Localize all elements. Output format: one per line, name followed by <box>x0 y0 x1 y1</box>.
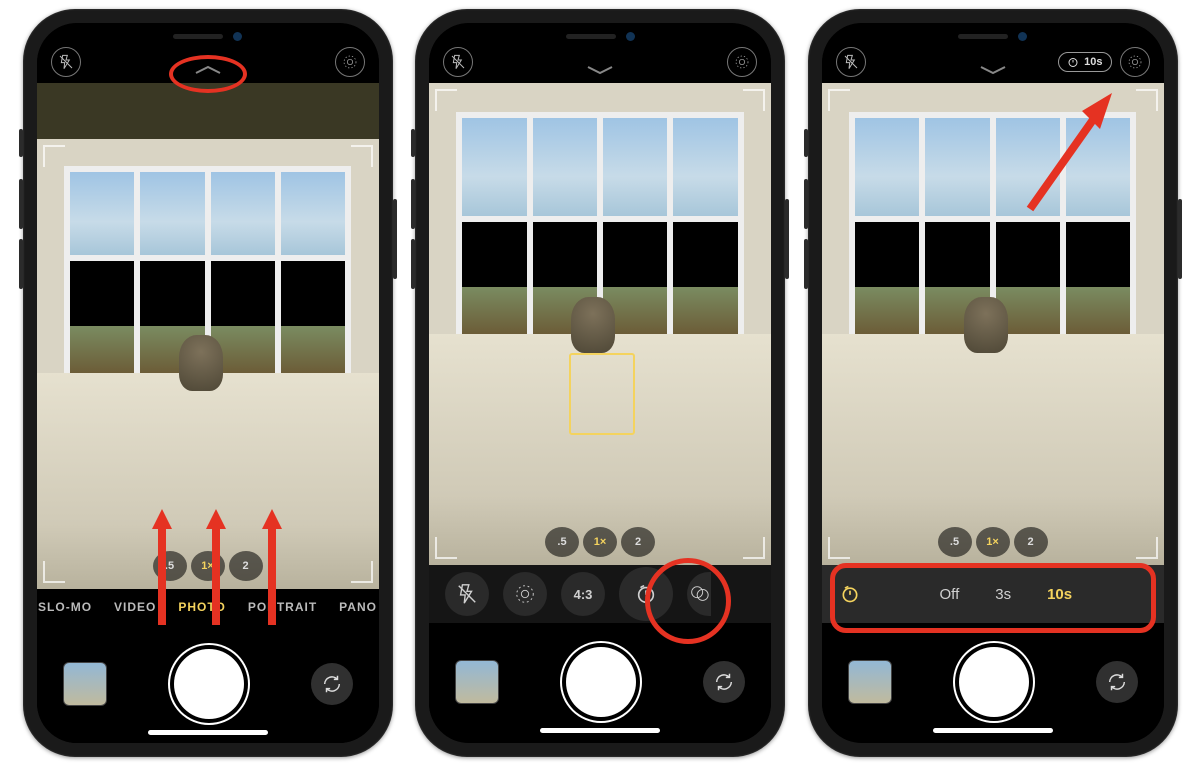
subject <box>571 297 615 353</box>
zoom-switcher[interactable]: .5 1× 2 <box>545 527 655 557</box>
flash-off-icon <box>58 54 74 70</box>
mode-photo[interactable]: PHOTO <box>178 600 225 614</box>
flash-off-icon <box>450 54 466 70</box>
mode-switcher[interactable]: SLO-MO VIDEO PHOTO PORTRAIT PANO <box>37 589 379 625</box>
camera-tool-drawer: 4:3 <box>429 565 771 623</box>
zoom-2x[interactable]: 2 <box>621 527 655 557</box>
live-photo-toggle[interactable] <box>1120 47 1150 77</box>
camera-viewfinder[interactable]: .5 1× 2 <box>429 83 771 565</box>
live-photo-icon <box>734 54 750 70</box>
flash-toggle[interactable] <box>443 47 473 77</box>
timer-status-badge[interactable]: 10s <box>1058 52 1111 72</box>
switch-camera-button[interactable] <box>1096 661 1138 703</box>
device-notch <box>123 23 293 49</box>
zoom-switcher[interactable]: .5 1× 2 <box>938 527 1048 557</box>
shutter-button[interactable] <box>959 647 1029 717</box>
timer-panel-icon <box>840 584 860 604</box>
zoom-0-5x[interactable]: .5 <box>545 527 579 557</box>
live-photo-icon <box>514 583 536 605</box>
device-notch <box>908 23 1078 49</box>
zoom-switcher[interactable]: .5 1× 2 <box>153 551 263 581</box>
drawer-aspect-button[interactable]: 4:3 <box>561 572 605 616</box>
zoom-0-5x[interactable]: .5 <box>938 527 972 557</box>
drawer-filters-button[interactable] <box>687 572 711 616</box>
chevron-down-icon <box>979 65 1007 75</box>
timer-icon <box>840 584 860 604</box>
camera-screen: 10s .5 1× 2 O <box>822 23 1164 743</box>
live-photo-icon <box>1127 54 1143 70</box>
drawer-flash-button[interactable] <box>445 572 489 616</box>
switch-camera-button[interactable] <box>311 663 353 705</box>
chevron-down-icon <box>586 65 614 75</box>
shutter-button[interactable] <box>174 649 244 719</box>
switch-camera-button[interactable] <box>703 661 745 703</box>
timer-icon <box>635 583 657 605</box>
timer-status-label: 10s <box>1084 56 1102 68</box>
flash-off-icon <box>843 54 859 70</box>
camera-screen: .5 1× 2 SLO-MO VIDEO PHOTO PORTRAIT PANO <box>37 23 379 743</box>
phone-step-2: .5 1× 2 4:3 <box>415 9 785 757</box>
timer-option-off[interactable]: Off <box>940 586 960 603</box>
photo-library-thumbnail[interactable] <box>848 660 892 704</box>
home-indicator[interactable] <box>148 730 268 735</box>
flash-off-icon <box>456 583 478 605</box>
filters-icon <box>688 583 710 605</box>
shutter-button[interactable] <box>566 647 636 717</box>
mode-slomo[interactable]: SLO-MO <box>38 600 92 614</box>
mode-portrait[interactable]: PORTRAIT <box>248 600 317 614</box>
zoom-1x[interactable]: 1× <box>191 551 225 581</box>
timer-option-10s[interactable]: 10s <box>1047 586 1072 603</box>
live-photo-icon <box>342 54 358 70</box>
drawer-chevron-toggle[interactable] <box>194 65 222 75</box>
timer-options-panel: Off 3s 10s <box>822 565 1164 623</box>
home-indicator[interactable] <box>933 728 1053 733</box>
phone-step-3: 10s .5 1× 2 O <box>808 9 1178 757</box>
flip-camera-icon <box>713 671 735 693</box>
zoom-2x[interactable]: 2 <box>229 551 263 581</box>
camera-viewfinder[interactable]: .5 1× 2 <box>37 139 379 589</box>
camera-bottom-bar <box>429 623 771 741</box>
subject <box>179 335 223 391</box>
camera-viewfinder[interactable]: .5 1× 2 <box>822 83 1164 565</box>
camera-screen: .5 1× 2 4:3 <box>429 23 771 743</box>
flip-camera-icon <box>1106 671 1128 693</box>
camera-bottom-bar <box>822 623 1164 741</box>
timer-icon <box>1067 56 1079 68</box>
photo-library-thumbnail[interactable] <box>455 660 499 704</box>
flash-toggle[interactable] <box>836 47 866 77</box>
home-indicator[interactable] <box>540 728 660 733</box>
phone-step-1: .5 1× 2 SLO-MO VIDEO PHOTO PORTRAIT PANO <box>23 9 393 757</box>
drawer-timer-button[interactable] <box>619 567 673 621</box>
drawer-live-photo-button[interactable] <box>503 572 547 616</box>
timer-option-3s[interactable]: 3s <box>995 586 1011 603</box>
focus-indicator <box>569 353 635 435</box>
device-notch <box>515 23 685 49</box>
live-photo-toggle[interactable] <box>335 47 365 77</box>
zoom-1x[interactable]: 1× <box>583 527 617 557</box>
chevron-up-icon <box>194 65 222 75</box>
zoom-2x[interactable]: 2 <box>1014 527 1048 557</box>
zoom-0-5x[interactable]: .5 <box>153 551 187 581</box>
live-photo-toggle[interactable] <box>727 47 757 77</box>
collapsed-drawer-strip <box>37 83 379 139</box>
flash-toggle[interactable] <box>51 47 81 77</box>
mode-video[interactable]: VIDEO <box>114 600 156 614</box>
drawer-chevron-toggle[interactable] <box>586 65 614 75</box>
mode-pano[interactable]: PANO <box>339 600 377 614</box>
photo-library-thumbnail[interactable] <box>63 662 107 706</box>
flip-camera-icon <box>321 673 343 695</box>
subject <box>964 297 1008 353</box>
zoom-1x[interactable]: 1× <box>976 527 1010 557</box>
drawer-chevron-toggle[interactable] <box>979 65 1007 75</box>
camera-bottom-bar <box>37 625 379 743</box>
